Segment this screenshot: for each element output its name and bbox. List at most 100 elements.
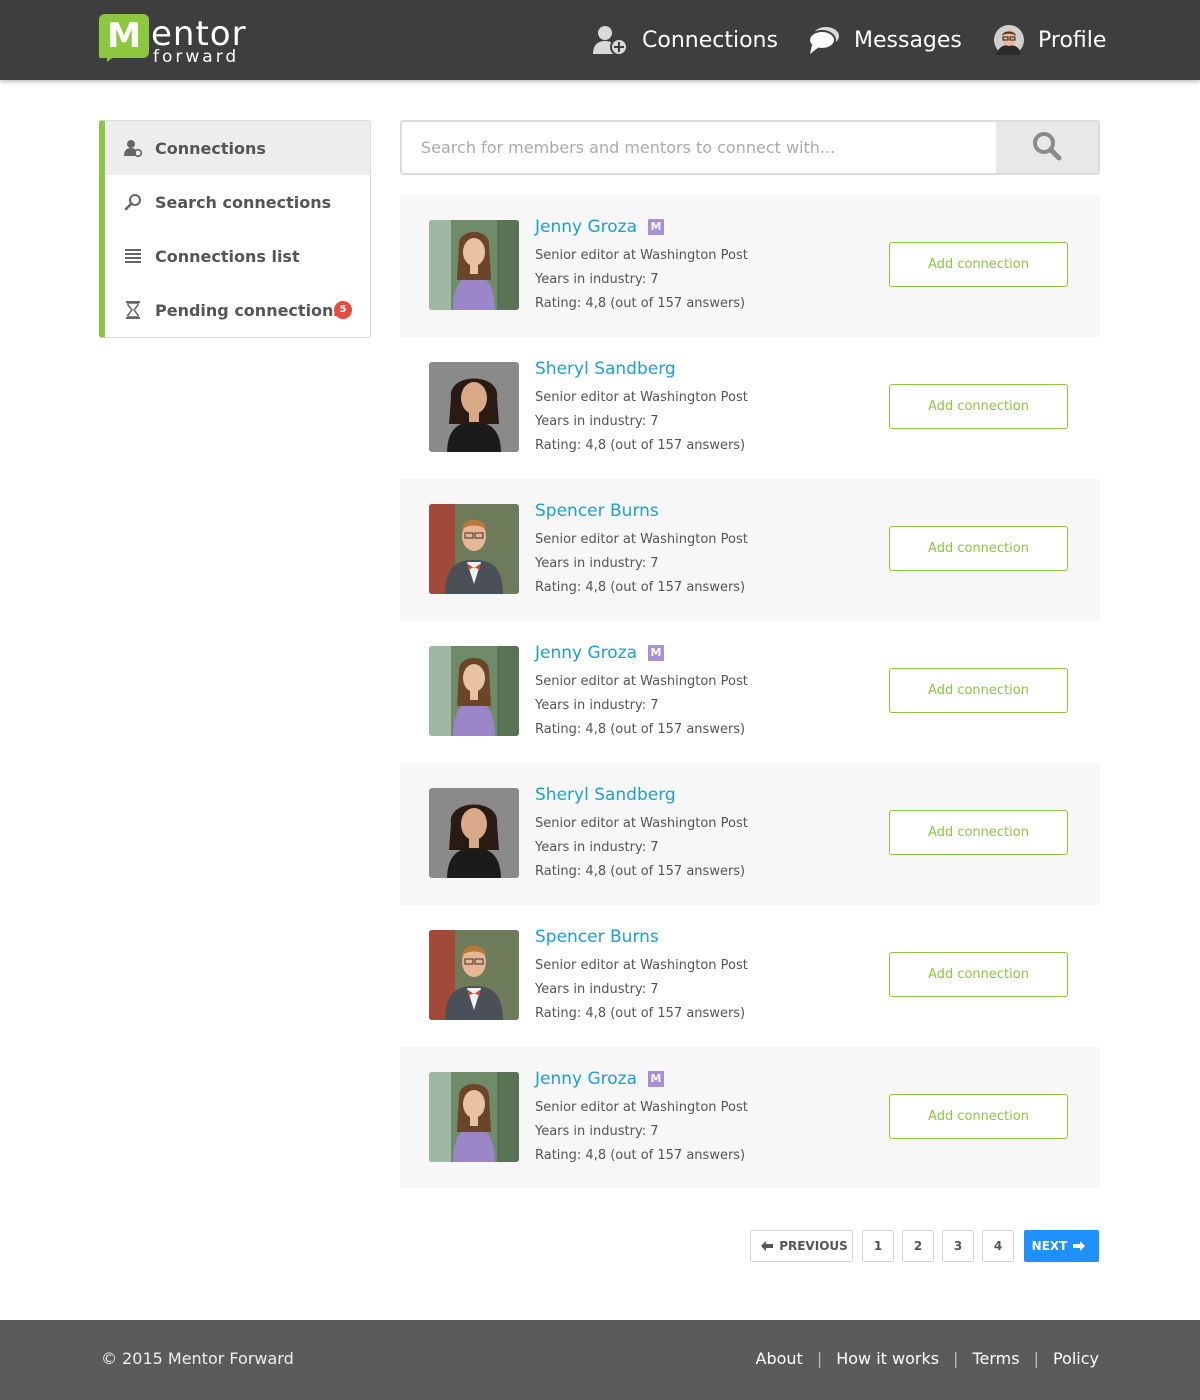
sidebar-item-pending-connections[interactable]: Pending connections 5 <box>105 283 370 337</box>
member-years: Years in industry: 7 <box>535 414 659 429</box>
nav-connections[interactable]: Connections <box>592 0 778 80</box>
add-connection-button[interactable]: Add connection <box>889 668 1068 713</box>
logo-speech-tail <box>107 54 117 62</box>
search-icon <box>1032 131 1062 165</box>
sidebar-item-search-connections[interactable]: Search connections <box>105 175 370 229</box>
footer-link-how-it-works[interactable]: How it works <box>836 1349 939 1368</box>
member-rating: Rating: 4,8 (out of 157 answers) <box>535 1006 746 1021</box>
member-photo[interactable] <box>429 1072 519 1162</box>
search-icon <box>123 193 143 211</box>
user-gear-icon <box>123 139 143 157</box>
arrow-right-icon <box>1073 1241 1086 1251</box>
member-name-link[interactable]: Sheryl Sandberg <box>535 785 676 805</box>
search-input[interactable] <box>402 122 996 173</box>
pending-count-badge: 5 <box>334 301 352 319</box>
member-search-bar <box>400 120 1100 175</box>
top-navigation-bar: M entor forward Connections Messages Pro… <box>0 0 1200 80</box>
page-2-button[interactable]: 2 <box>902 1230 934 1262</box>
add-connection-button[interactable]: Add connection <box>889 1094 1068 1139</box>
member-years: Years in industry: 7 <box>535 982 659 997</box>
nav-connections-label: Connections <box>642 27 778 53</box>
member-years: Years in industry: 7 <box>535 272 659 287</box>
member-name-link[interactable]: Jenny Groza <box>535 643 637 663</box>
arrow-left-icon <box>761 1241 774 1251</box>
search-button[interactable] <box>996 122 1098 173</box>
sidebar-item-label: Search connections <box>155 192 332 212</box>
member-title: Senior editor at Washington Post <box>535 674 748 689</box>
previous-page-button[interactable]: PREVIOUS <box>750 1230 853 1262</box>
nav-profile[interactable]: Profile <box>994 0 1106 80</box>
profile-avatar <box>994 25 1024 55</box>
add-connection-button[interactable]: Add connection <box>889 952 1068 997</box>
footer-links: About | How it works | Terms | Policy <box>756 1349 1100 1368</box>
nav-messages-label: Messages <box>854 27 962 53</box>
member-photo[interactable] <box>429 220 519 310</box>
sidebar-item-label: Pending connections <box>155 300 343 320</box>
previous-label: PREVIOUS <box>779 1239 848 1253</box>
logo-letter: M <box>99 14 149 58</box>
list-icon <box>123 248 143 264</box>
page-4-button[interactable]: 4 <box>982 1230 1014 1262</box>
member-title: Senior editor at Washington Post <box>535 532 748 547</box>
member-title: Senior editor at Washington Post <box>535 816 748 831</box>
member-results-list: Jenny Groza M Senior editor at Washingto… <box>400 195 1100 1188</box>
member-photo[interactable] <box>429 362 519 452</box>
nav-messages[interactable]: Messages <box>808 0 962 80</box>
add-connection-button[interactable]: Add connection <box>889 526 1068 571</box>
sidebar-item-connections[interactable]: Connections <box>105 121 370 175</box>
footer-link-terms[interactable]: Terms <box>972 1349 1019 1368</box>
footer-separator: | <box>1033 1349 1039 1368</box>
member-name-link[interactable]: Jenny Groza <box>535 217 637 237</box>
member-name-link[interactable]: Sheryl Sandberg <box>535 359 676 379</box>
member-photo[interactable] <box>429 646 519 736</box>
list-item: Spencer Burns Senior editor at Washingto… <box>400 479 1100 621</box>
sidebar-menu: Connections Search connections Connectio… <box>99 120 371 338</box>
member-years: Years in industry: 7 <box>535 840 659 855</box>
footer-separator: | <box>953 1349 959 1368</box>
add-user-icon <box>592 24 628 56</box>
list-item: Jenny Groza M Senior editor at Washingto… <box>400 621 1100 763</box>
member-title: Senior editor at Washington Post <box>535 1100 748 1115</box>
member-name-link[interactable]: Jenny Groza <box>535 1069 637 1089</box>
member-title: Senior editor at Washington Post <box>535 958 748 973</box>
member-photo[interactable] <box>429 930 519 1020</box>
member-rating: Rating: 4,8 (out of 157 answers) <box>535 1148 746 1163</box>
member-title: Senior editor at Washington Post <box>535 390 748 405</box>
chat-bubbles-icon <box>808 25 840 55</box>
member-years: Years in industry: 7 <box>535 1124 659 1139</box>
list-item: Spencer Burns Senior editor at Washingto… <box>400 905 1100 1047</box>
member-photo[interactable] <box>429 788 519 878</box>
footer-separator: | <box>816 1349 823 1368</box>
footer-link-about[interactable]: About <box>756 1349 803 1368</box>
sidebar-item-connections-list[interactable]: Connections list <box>105 229 370 283</box>
member-rating: Rating: 4,8 (out of 157 answers) <box>535 438 746 453</box>
member-years: Years in industry: 7 <box>535 698 659 713</box>
sidebar-item-label: Connections <box>155 138 266 158</box>
copyright-text: © 2015 Mentor Forward <box>101 1349 294 1368</box>
sidebar-item-label: Connections list <box>155 246 300 266</box>
nav-profile-label: Profile <box>1038 27 1107 53</box>
mentor-badge: M <box>648 219 665 235</box>
mentor-badge: M <box>648 645 665 661</box>
add-connection-button[interactable]: Add connection <box>889 810 1068 855</box>
member-rating: Rating: 4,8 (out of 157 answers) <box>535 580 746 595</box>
add-connection-button[interactable]: Add connection <box>889 384 1068 429</box>
list-item: Sheryl Sandberg Senior editor at Washing… <box>400 337 1100 479</box>
footer-link-policy[interactable]: Policy <box>1053 1349 1099 1368</box>
next-label: NEXT <box>1031 1239 1068 1253</box>
list-item: Jenny Groza M Senior editor at Washingto… <box>400 1047 1100 1188</box>
member-photo[interactable] <box>429 504 519 594</box>
mentor-badge: M <box>648 1071 665 1087</box>
page-1-button[interactable]: 1 <box>862 1230 894 1262</box>
add-connection-button[interactable]: Add connection <box>889 242 1068 287</box>
member-name-link[interactable]: Spencer Burns <box>535 927 659 947</box>
page-footer: © 2015 Mentor Forward About | How it wor… <box>0 1320 1200 1400</box>
member-title: Senior editor at Washington Post <box>535 248 748 263</box>
page-3-button[interactable]: 3 <box>942 1230 974 1262</box>
mentor-forward-logo[interactable]: M entor forward <box>99 14 259 67</box>
next-page-button[interactable]: NEXT <box>1024 1230 1099 1262</box>
list-item: Jenny Groza M Senior editor at Washingto… <box>400 195 1100 337</box>
list-item: Sheryl Sandberg Senior editor at Washing… <box>400 763 1100 905</box>
hourglass-icon <box>123 301 143 319</box>
member-name-link[interactable]: Spencer Burns <box>535 501 659 521</box>
